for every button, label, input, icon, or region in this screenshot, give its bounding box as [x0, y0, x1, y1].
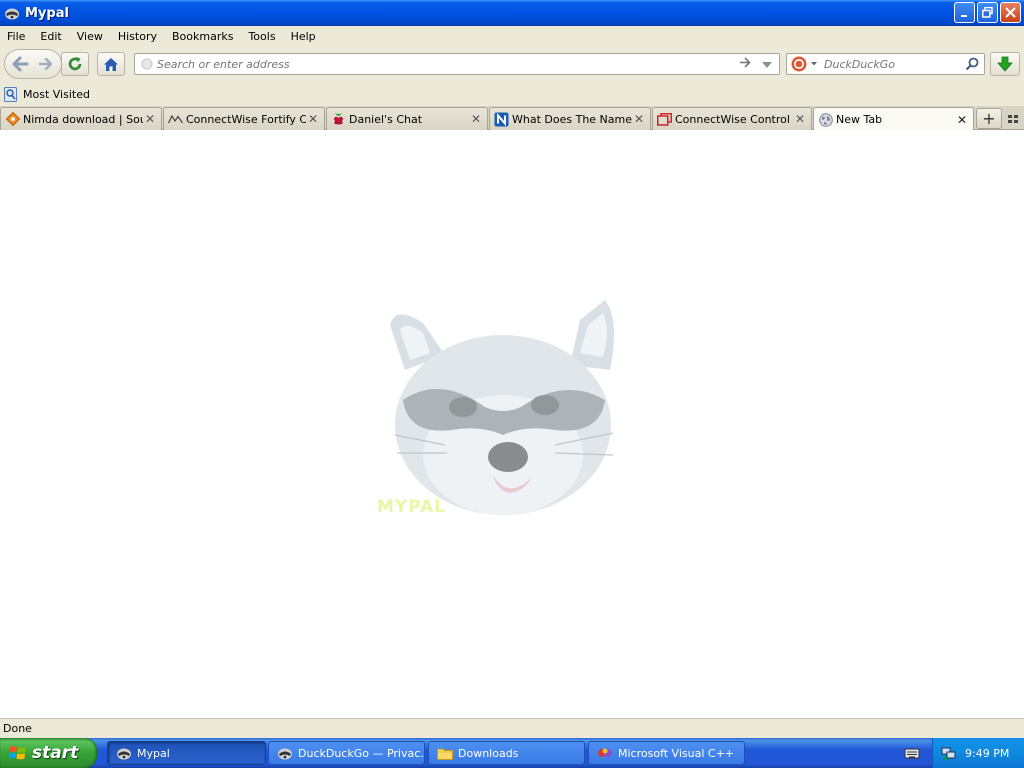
search-bar[interactable]	[786, 53, 985, 75]
mypal-raccoon-icon	[277, 745, 293, 761]
status-bar: Done	[0, 718, 1024, 738]
tab-label: ConnectWise Fortify C...	[186, 112, 306, 126]
menu-history[interactable]: History	[118, 30, 157, 43]
taskbar-button-label: Mypal	[137, 746, 170, 760]
forward-button[interactable]	[36, 56, 56, 72]
tab-close-icon[interactable]: ✕	[793, 112, 807, 126]
taskbar-button-visual-cpp[interactable]: Microsoft Visual C++	[588, 741, 745, 765]
system-tray: 9:49 PM	[932, 738, 1024, 768]
page-identity-icon[interactable]	[141, 58, 153, 70]
address-input[interactable]	[157, 57, 717, 71]
navigation-toolbar	[0, 46, 1024, 82]
network-status-icon[interactable]	[941, 745, 957, 761]
home-button[interactable]	[97, 52, 125, 76]
restore-icon	[982, 7, 993, 18]
tab-label: ConnectWise Control ...	[675, 112, 793, 126]
back-arrow-icon	[12, 56, 29, 72]
taskbar-button-downloads[interactable]: Downloads	[428, 741, 585, 765]
downloads-button[interactable]	[990, 52, 1020, 76]
folder-icon	[437, 745, 453, 761]
duckduckgo-engine-icon[interactable]	[791, 56, 818, 72]
search-input[interactable]	[824, 57, 954, 71]
orange-diamond-icon	[5, 112, 20, 127]
menu-bookmarks[interactable]: Bookmarks	[172, 30, 233, 43]
taskbar-button-mypal[interactable]: Mypal	[107, 741, 266, 765]
forward-arrow-icon	[39, 58, 53, 70]
bookmarks-toolbar: Most Visited	[0, 82, 1024, 106]
menu-bar: File Edit View History Bookmarks Tools H…	[0, 26, 1024, 46]
n-logo-icon	[494, 112, 509, 127]
tab-close-icon[interactable]: ✕	[955, 113, 969, 127]
tab-connectwise-fortify[interactable]: ConnectWise Fortify C... ✕	[163, 107, 325, 130]
new-tab-button[interactable]: +	[976, 108, 1002, 129]
mountain-icon	[168, 112, 183, 127]
taskbar-button-label: Downloads	[458, 746, 519, 760]
address-bar[interactable]	[134, 53, 780, 75]
start-button[interactable]: start	[0, 738, 97, 768]
mypal-raccoon-icon	[116, 745, 132, 761]
download-arrow-icon	[997, 56, 1013, 72]
tab-new-tab[interactable]: New Tab ✕	[813, 107, 974, 131]
home-icon	[104, 57, 118, 71]
window-title: Mypal	[25, 5, 69, 21]
start-label: start	[32, 743, 79, 763]
list-all-tabs-icon[interactable]	[1007, 113, 1019, 125]
mypal-raccoon-watermark	[390, 300, 614, 515]
bookmark-most-visited[interactable]: Most Visited	[4, 86, 90, 102]
taskbar-button-label: Microsoft Visual C++	[618, 746, 735, 760]
minimize-icon	[960, 14, 967, 17]
tab-close-icon[interactable]: ✕	[306, 112, 320, 126]
status-text: Done	[3, 722, 32, 735]
tab-label: New Tab	[836, 113, 883, 126]
plus-icon: +	[982, 109, 996, 128]
menu-view[interactable]: View	[77, 30, 103, 43]
page-content: MYPAL	[0, 130, 1024, 718]
back-button[interactable]	[5, 50, 35, 78]
menu-file[interactable]: File	[7, 30, 25, 43]
menu-help[interactable]: Help	[291, 30, 316, 43]
tab-label: What Does The Name ...	[512, 112, 632, 126]
mypal-watermark-text: MYPAL	[377, 497, 447, 517]
history-dropdown-icon[interactable]	[762, 62, 772, 68]
tab-close-icon[interactable]: ✕	[469, 112, 483, 126]
menu-edit[interactable]: Edit	[40, 30, 61, 43]
most-visited-icon	[4, 86, 18, 102]
reload-icon	[68, 57, 82, 71]
clock: 9:49 PM	[965, 746, 1010, 760]
tab-strip: Nimda download | Sou... ✕ ConnectWise Fo…	[0, 106, 1024, 131]
tab-close-icon[interactable]: ✕	[632, 112, 646, 126]
tab-what-does-the-name[interactable]: What Does The Name ... ✕	[489, 107, 651, 130]
go-arrow-icon[interactable]	[739, 57, 751, 72]
minimize-button[interactable]	[954, 2, 975, 23]
reload-button[interactable]	[61, 52, 89, 76]
taskbar: start Mypal DuckDuckGo — Privac... Downl…	[0, 738, 1024, 768]
menu-tools[interactable]: Tools	[248, 30, 275, 43]
raspberry-icon	[331, 112, 346, 127]
tab-label: Nimda download | Sou...	[23, 112, 143, 126]
tab-label: Daniel's Chat	[349, 112, 423, 126]
engine-dropdown-icon	[811, 62, 817, 66]
search-icon[interactable]	[965, 57, 979, 74]
close-button[interactable]	[1000, 2, 1021, 23]
red-window-icon	[657, 112, 672, 127]
keyboard-language-icon[interactable]	[904, 745, 920, 761]
windows-logo-icon	[9, 746, 26, 760]
tab-close-icon[interactable]: ✕	[143, 112, 157, 126]
mypal-raccoon-icon	[4, 5, 20, 21]
tab-daniels-chat[interactable]: Daniel's Chat ✕	[326, 107, 488, 130]
globe-icon	[818, 112, 833, 127]
title-bar: Mypal	[0, 0, 1024, 26]
close-icon	[1005, 7, 1016, 18]
tab-connectwise-control[interactable]: ConnectWise Control ... ✕	[652, 107, 812, 130]
visual-cpp-icon	[597, 745, 613, 761]
back-forward-group	[4, 49, 62, 79]
taskbar-button-label: DuckDuckGo — Privac...	[298, 746, 425, 760]
taskbar-button-duckduckgo[interactable]: DuckDuckGo — Privac...	[268, 741, 425, 765]
restore-button[interactable]	[977, 2, 998, 23]
bookmark-label: Most Visited	[23, 87, 90, 101]
tab-nimda-download[interactable]: Nimda download | Sou... ✕	[0, 107, 162, 130]
